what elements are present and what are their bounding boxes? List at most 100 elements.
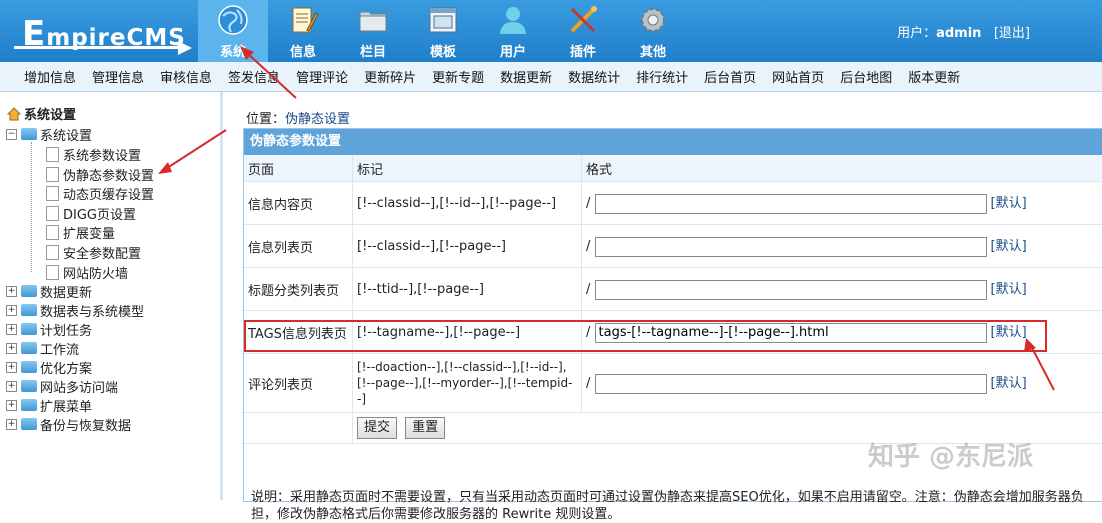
row-tags: [!--doaction--],[!--classid--],[!--id--]… — [353, 354, 582, 413]
window-icon — [427, 4, 459, 36]
subnav-item[interactable]: 网站首页 — [770, 67, 826, 86]
tree-item-firewall[interactable]: 网站防火墙 — [46, 262, 128, 282]
tree-item-system-params[interactable]: 系统参数设置 — [46, 144, 141, 164]
expand-icon[interactable]: + — [6, 286, 17, 297]
subnav-item[interactable]: 后台地图 — [838, 67, 894, 86]
tree-group-system[interactable]: −系统设置 — [6, 124, 92, 144]
page-icon — [46, 167, 59, 182]
tree-folder[interactable]: +扩展菜单 — [6, 395, 92, 415]
tree-folder[interactable]: +工作流 — [6, 338, 79, 358]
nav-other[interactable]: 其他 — [618, 0, 688, 62]
subnav-item[interactable]: 排行统计 — [634, 67, 690, 86]
subnav-item[interactable]: 后台首页 — [702, 67, 758, 86]
collapse-icon[interactable]: − — [6, 129, 17, 140]
tree-item-ext-vars[interactable]: 扩展变量 — [46, 222, 115, 242]
tree-item-security[interactable]: 安全参数配置 — [46, 242, 141, 262]
expand-icon[interactable]: + — [6, 343, 17, 354]
panel-title: 伪静态参数设置 — [244, 129, 1102, 155]
notepad-icon — [287, 4, 319, 36]
expand-icon[interactable]: + — [6, 362, 17, 373]
subnav-item[interactable]: 管理信息 — [90, 67, 146, 86]
tree-item-rewrite-params[interactable]: 伪静态参数设置 — [46, 164, 154, 184]
subnav-item[interactable]: 更新专题 — [430, 67, 486, 86]
row-tags: [!--tagname--],[!--page--] — [353, 311, 582, 354]
rewrite-table: 页面 标记 格式 信息内容页 [!--classid--],[!--id--],… — [244, 155, 1102, 444]
col-header-page: 页面 — [244, 155, 353, 182]
tree-folder[interactable]: +备份与恢复数据 — [6, 414, 131, 434]
user-icon — [497, 4, 529, 36]
page-icon — [46, 245, 59, 260]
folder-open-icon — [21, 128, 37, 140]
left-sidebar: 系统设置 −系统设置 系统参数设置 伪静态参数设置 动态页缓存设置 DIGG页设… — [0, 92, 223, 500]
subnav-item[interactable]: 更新碎片 — [362, 67, 418, 86]
subnav-item[interactable]: 版本更新 — [906, 67, 962, 86]
expand-icon[interactable]: + — [6, 305, 17, 316]
nav-column[interactable]: 栏目 — [338, 0, 408, 62]
subnav-item[interactable]: 管理评论 — [294, 67, 350, 86]
expand-icon[interactable]: + — [6, 419, 17, 430]
tools-icon — [567, 4, 599, 36]
nav-system[interactable]: 系统 — [198, 0, 268, 62]
home-icon — [6, 106, 22, 122]
subnav-item[interactable]: 审核信息 — [158, 67, 214, 86]
page-icon — [46, 225, 59, 240]
page-icon — [46, 147, 59, 162]
expand-icon[interactable]: + — [6, 400, 17, 411]
table-row: 评论列表页 [!--doaction--],[!--classid--],[!-… — [244, 354, 1102, 413]
submit-button[interactable]: 提交 — [357, 417, 397, 439]
nav-template[interactable]: 模板 — [408, 0, 478, 62]
row-page: 信息列表页 — [244, 225, 353, 268]
subnav-item[interactable]: 增加信息 — [22, 67, 78, 86]
default-link[interactable]: [默认] — [991, 282, 1027, 297]
tree-item-digg[interactable]: DIGG页设置 — [46, 203, 136, 223]
row-tags: [!--ttid--],[!--page--] — [353, 268, 582, 311]
breadcrumb: 位置：伪静态设置 — [246, 108, 350, 127]
page-icon — [46, 186, 59, 201]
col-header-tags: 标记 — [353, 155, 582, 182]
tree-root: 系统设置 — [6, 104, 76, 123]
expand-icon[interactable]: + — [6, 381, 17, 392]
tree-folder[interactable]: +计划任务 — [6, 319, 92, 339]
row-page: 信息内容页 — [244, 182, 353, 225]
tree-folder[interactable]: +数据表与系统模型 — [6, 300, 144, 320]
subnav-item[interactable]: 数据统计 — [566, 67, 622, 86]
expand-icon[interactable]: + — [6, 324, 17, 335]
reset-button[interactable]: 重置 — [405, 417, 445, 439]
folder-icon — [21, 361, 37, 373]
folder-icon — [21, 342, 37, 354]
default-link[interactable]: [默认] — [991, 376, 1027, 391]
tree-folder[interactable]: +网站多访问端 — [6, 376, 118, 396]
username: admin — [936, 26, 981, 41]
main-nav: 系统 信息 栏目 模板 — [198, 0, 688, 62]
subnav-item[interactable]: 数据更新 — [498, 67, 554, 86]
col-header-format: 格式 — [582, 155, 1102, 182]
format-input[interactable] — [595, 237, 987, 257]
table-row: 信息内容页 [!--classid--],[!--id--],[!--page-… — [244, 182, 1102, 225]
nav-plugin[interactable]: 插件 — [548, 0, 618, 62]
folder-icon — [21, 285, 37, 297]
folder-icon — [21, 323, 37, 335]
table-row: 标题分类列表页 [!--ttid--],[!--page--] / [默认] — [244, 268, 1102, 311]
subnav-item[interactable]: 签发信息 — [226, 67, 282, 86]
format-input[interactable] — [595, 194, 987, 214]
format-input[interactable] — [595, 280, 987, 300]
note-text: 说明：采用静态页面时不需要设置，只有当采用动态页面时可通过设置伪静态来提高SEO… — [251, 489, 1101, 523]
default-link[interactable]: [默认] — [991, 325, 1027, 340]
tree-item-dynamic-cache[interactable]: 动态页缓存设置 — [46, 183, 154, 203]
format-input[interactable] — [595, 374, 987, 394]
tree-folder[interactable]: +数据更新 — [6, 281, 92, 301]
format-input[interactable] — [595, 323, 987, 343]
breadcrumb-link[interactable]: 伪静态设置 — [285, 112, 350, 127]
nav-info[interactable]: 信息 — [268, 0, 338, 62]
default-link[interactable]: [默认] — [991, 239, 1027, 254]
logout-link[interactable]: [退出] — [994, 26, 1030, 41]
tree-folder[interactable]: +优化方案 — [6, 357, 92, 377]
page-icon — [46, 265, 59, 280]
row-tags: [!--classid--],[!--page--] — [353, 225, 582, 268]
user-prefix: 用户： — [897, 26, 936, 41]
top-bar: EmpireCMS 系统 信息 栏目 — [0, 0, 1102, 62]
default-link[interactable]: [默认] — [991, 196, 1027, 211]
nav-user[interactable]: 用户 — [478, 0, 548, 62]
row-page: 标题分类列表页 — [244, 268, 353, 311]
row-tags: [!--classid--],[!--id--],[!--page--] — [353, 182, 582, 225]
